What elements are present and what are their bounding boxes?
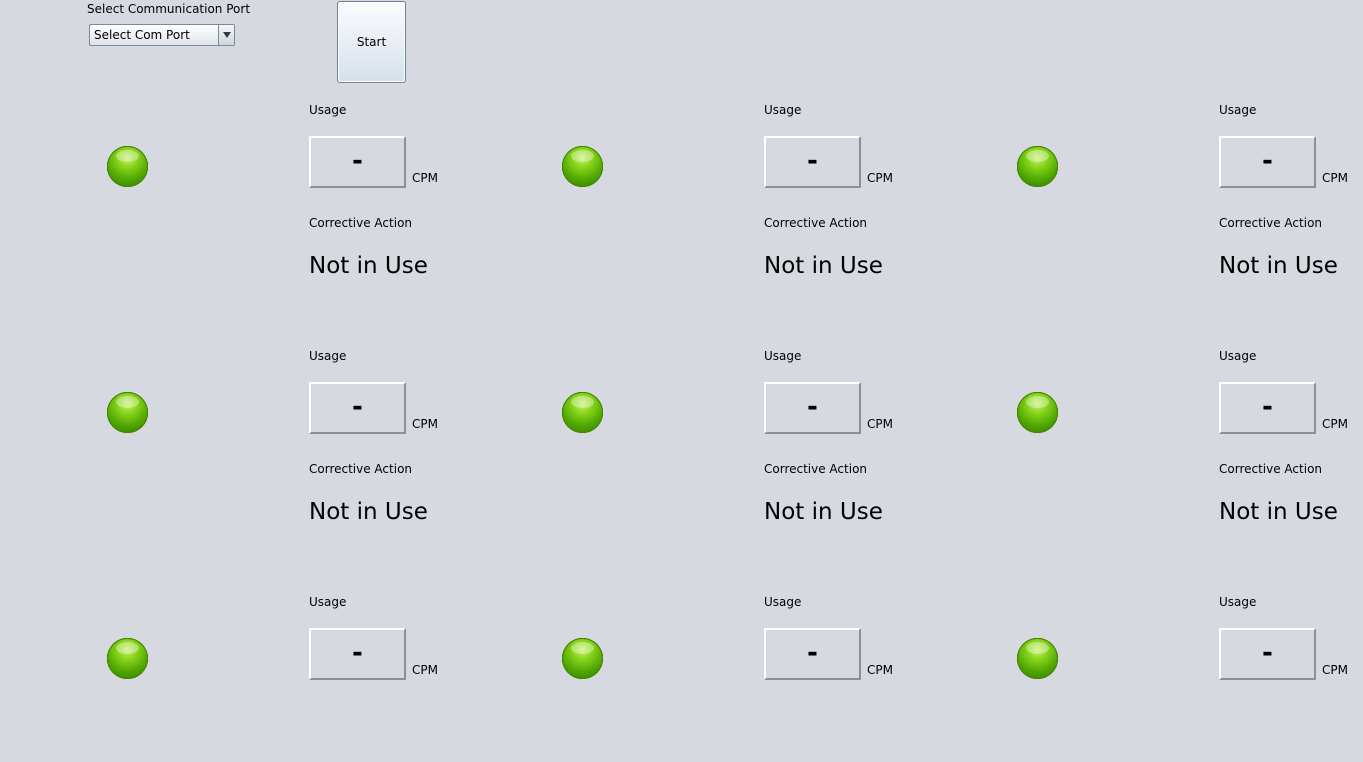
station-panel-2: Usage - CPM Corrective Action Not in Use [455, 0, 910, 279]
usage-display: - [764, 628, 861, 680]
center-light-icon [1017, 146, 1058, 187]
station-panel-6: Usage - CPM Corrective Action Not in Use [910, 246, 1363, 525]
cpm-unit-label: CPM [1322, 663, 1348, 677]
usage-label: Usage [309, 349, 347, 363]
usage-label: Usage [764, 595, 802, 609]
center-light-icon [1017, 392, 1058, 433]
corrective-action-label: Corrective Action [309, 216, 413, 230]
station-panel-7: Usage - CPM [0, 492, 455, 738]
cpm-unit-label: CPM [867, 171, 893, 185]
center-light-icon [107, 638, 148, 679]
center-light-icon [107, 146, 148, 187]
usage-label: Usage [1219, 595, 1257, 609]
center-light-icon [562, 392, 603, 433]
cpm-unit-label: CPM [412, 663, 438, 677]
station-panel-1: Usage - CPM Corrective Action Not in Use [0, 0, 455, 279]
usage-display: - [764, 136, 861, 188]
usage-display: - [1219, 628, 1316, 680]
usage-label: Usage [764, 103, 802, 117]
cpm-unit-label: CPM [412, 417, 438, 431]
usage-label: Usage [309, 103, 347, 117]
usage-display: - [764, 382, 861, 434]
cpm-unit-label: CPM [1322, 417, 1348, 431]
signal-lights-9 [1017, 638, 1141, 762]
cpm-unit-label: CPM [1322, 171, 1348, 185]
usage-display: - [309, 628, 406, 680]
center-light-icon [562, 638, 603, 679]
usage-label: Usage [1219, 349, 1257, 363]
usage-display: - [1219, 382, 1316, 434]
corrective-action-label: Corrective Action [1219, 462, 1323, 476]
station-panel-3: Usage - CPM Corrective Action Not in Use [910, 0, 1363, 279]
signal-lights-7 [107, 638, 231, 762]
corrective-action-label: Corrective Action [764, 462, 868, 476]
usage-display: - [309, 382, 406, 434]
usage-label: Usage [764, 349, 802, 363]
station-panel-8: Usage - CPM [455, 492, 910, 738]
corrective-action-label: Corrective Action [309, 462, 413, 476]
center-light-icon [1017, 638, 1058, 679]
center-light-icon [562, 146, 603, 187]
cpm-unit-label: CPM [867, 417, 893, 431]
corrective-action-label: Corrective Action [764, 216, 868, 230]
corrective-action-label: Corrective Action [1219, 216, 1323, 230]
cpm-unit-label: CPM [867, 663, 893, 677]
cpm-unit-label: CPM [412, 171, 438, 185]
center-light-icon [107, 392, 148, 433]
usage-display: - [1219, 136, 1316, 188]
station-panel-4: Usage - CPM Corrective Action Not in Use [0, 246, 455, 525]
station-panel-5: Usage - CPM Corrective Action Not in Use [455, 246, 910, 525]
usage-label: Usage [1219, 103, 1257, 117]
usage-label: Usage [309, 595, 347, 609]
station-panel-9: Usage - CPM [910, 492, 1363, 738]
signal-lights-8 [562, 638, 686, 762]
usage-display: - [309, 136, 406, 188]
